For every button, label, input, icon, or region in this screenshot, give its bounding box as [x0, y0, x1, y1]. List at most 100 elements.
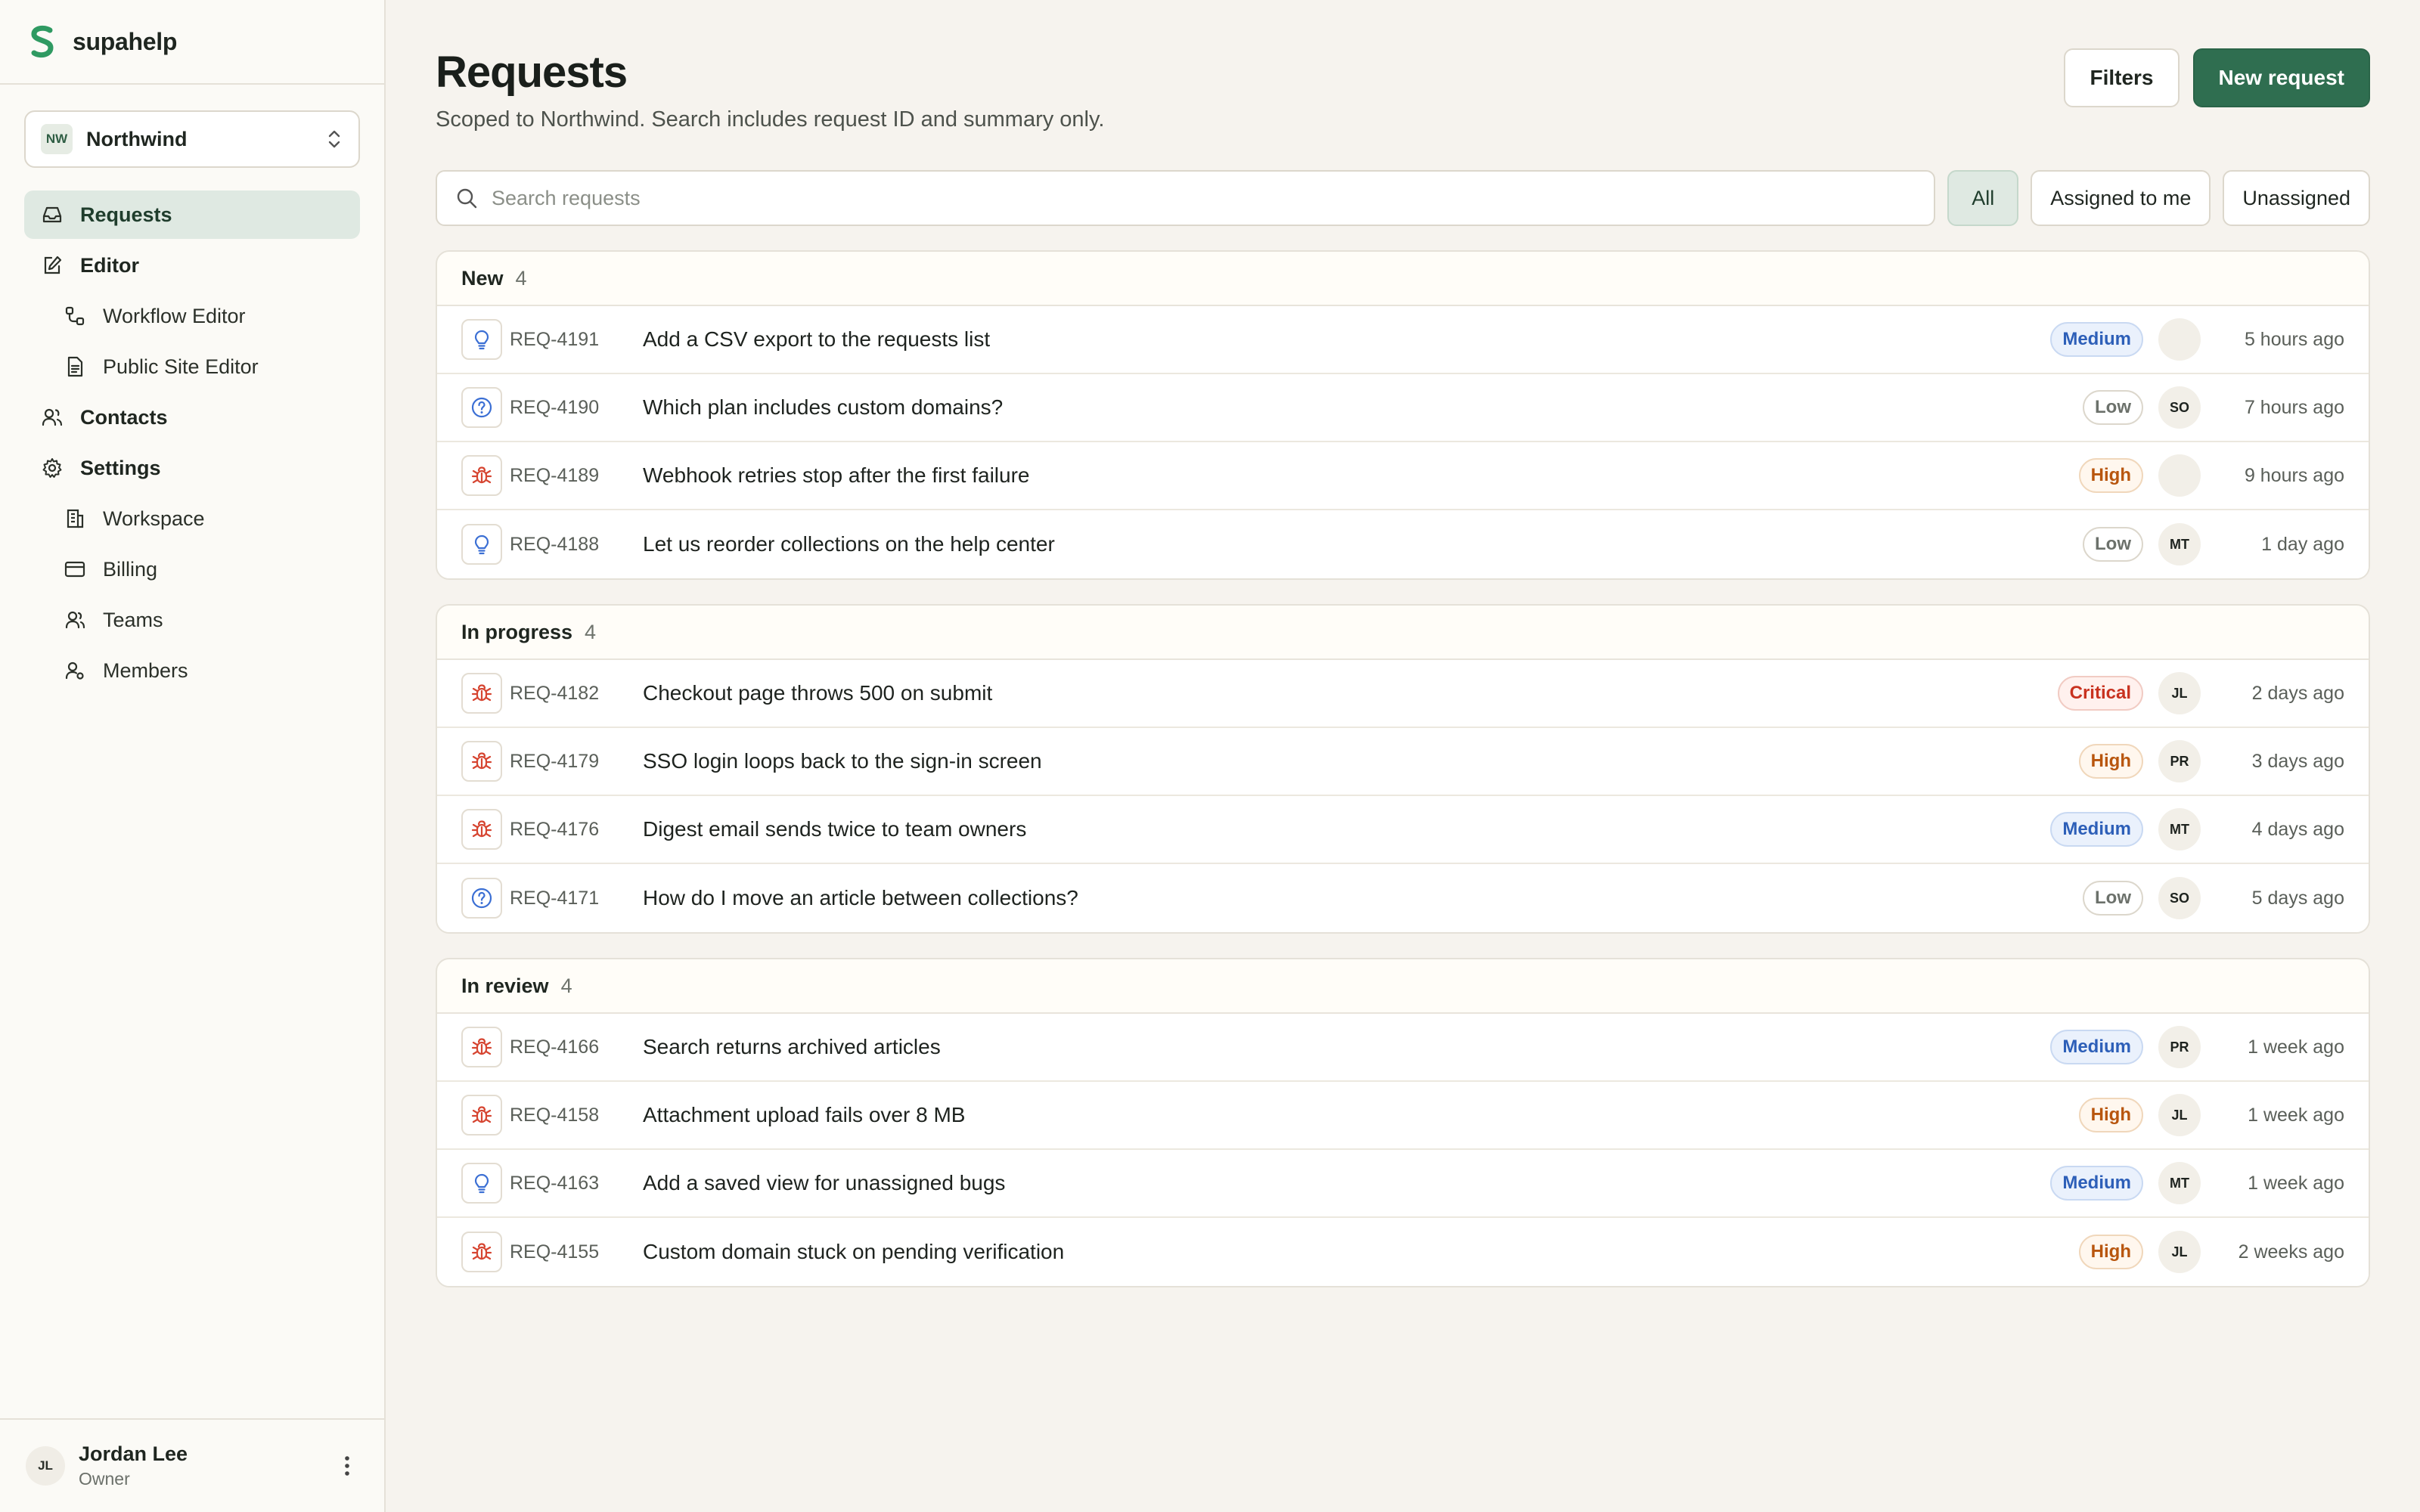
priority-badge: Medium: [2050, 812, 2143, 847]
user-footer[interactable]: JL Jordan Lee Owner: [0, 1418, 384, 1512]
request-title[interactable]: Digest email sends twice to team owners: [643, 817, 2050, 841]
group-count: 4: [560, 974, 572, 997]
sidebar-item-label: Workspace: [103, 507, 205, 530]
group-header[interactable]: In review 4: [437, 959, 2369, 1014]
request-title[interactable]: SSO login loops back to the sign-in scre…: [643, 749, 2079, 773]
sidebar-item-teams[interactable]: Teams: [24, 596, 360, 644]
request-title[interactable]: Custom domain stuck on pending verificat…: [643, 1240, 2079, 1264]
group-header[interactable]: New 4: [437, 252, 2369, 306]
brand[interactable]: supahelp: [0, 0, 384, 85]
building-icon: [62, 506, 88, 531]
request-title[interactable]: Let us reorder collections on the help c…: [643, 532, 2083, 556]
user-meta: Jordan Lee Owner: [79, 1442, 336, 1489]
table-row[interactable]: REQ-4189 Webhook retries stop after the f…: [437, 442, 2369, 510]
request-id: REQ-4158: [510, 1104, 600, 1126]
group-count: 4: [585, 620, 597, 643]
filters-button[interactable]: Filters: [2064, 48, 2180, 107]
priority-badge: High: [2078, 1235, 2143, 1269]
table-row[interactable]: REQ-4188 Let us reorder collections on th…: [437, 510, 2369, 578]
sidebar-item-settings[interactable]: Settings: [24, 444, 360, 492]
user-gear-icon: [62, 658, 88, 683]
search-input[interactable]: [492, 186, 1934, 210]
bug-icon: [461, 455, 502, 496]
priority-badge: High: [2078, 458, 2143, 493]
request-time: 1 week ago: [2248, 1104, 2344, 1126]
page-title: Requests: [436, 48, 628, 97]
request-time: 2 weeks ago: [2238, 1241, 2344, 1263]
lightbulb-icon: [461, 524, 502, 565]
request-title[interactable]: Search returns archived articles: [643, 1035, 2050, 1059]
filter-chip-all[interactable]: All: [1947, 170, 2019, 226]
request-title[interactable]: How do I move an article between collect…: [643, 886, 2083, 910]
page-subtitle: Scoped to Northwind. Search includes req…: [436, 107, 1105, 132]
workspace-switcher[interactable]: NW Northwind: [24, 110, 360, 168]
credit-card-icon: [62, 556, 88, 582]
sidebar-item-requests[interactable]: Requests: [24, 191, 360, 239]
assignee-avatar[interactable]: MT: [2158, 1162, 2201, 1204]
more-options-icon[interactable]: [336, 1451, 358, 1481]
brand-name: supahelp: [73, 27, 178, 55]
assignee-avatar[interactable]: PR: [2158, 1026, 2201, 1068]
table-row[interactable]: REQ-4158 Attachment upload fails over 8 M…: [437, 1082, 2369, 1150]
sidebar-item-billing[interactable]: Billing: [24, 545, 360, 593]
user-role: Owner: [79, 1469, 130, 1489]
table-row[interactable]: REQ-4171 How do I move an article between…: [437, 864, 2369, 932]
assignee-avatar[interactable]: SO: [2158, 386, 2201, 429]
filter-chip-assigned-to-me[interactable]: Assigned to me: [2031, 170, 2211, 226]
table-row[interactable]: REQ-4190 Which plan includes custom domai…: [437, 374, 2369, 442]
workspace-name: Northwind: [86, 127, 188, 150]
main-content: Requests Scoped to Northwind. Search inc…: [386, 0, 2420, 1512]
sidebar-item-contacts[interactable]: Contacts: [24, 393, 360, 442]
sidebar-item-workflow-editor[interactable]: Workflow Editor: [24, 292, 360, 340]
request-title[interactable]: Checkout page throws 500 on submit: [643, 681, 2058, 705]
sidebar-item-label: Settings: [80, 456, 161, 479]
assignee-avatar[interactable]: SO: [2158, 877, 2201, 919]
request-title[interactable]: Which plan includes custom domains?: [643, 395, 2083, 420]
sidebar-item-public-site-editor[interactable]: Public Site Editor: [24, 342, 360, 391]
request-title[interactable]: Add a saved view for unassigned bugs: [643, 1171, 2050, 1195]
sidebar-item-editor[interactable]: Editor: [24, 241, 360, 290]
assignee-avatar[interactable]: [2158, 454, 2201, 497]
sidebar-item-workspace[interactable]: Workspace: [24, 494, 360, 543]
sidebar-item-label: Requests: [80, 203, 172, 226]
request-title[interactable]: Webhook retries stop after the first fai…: [643, 463, 2079, 488]
request-id: REQ-4182: [510, 682, 600, 704]
request-title[interactable]: Add a CSV export to the requests list: [643, 327, 2050, 352]
filter-chip-unassigned[interactable]: Unassigned: [2223, 170, 2370, 226]
sidebar-item-members[interactable]: Members: [24, 646, 360, 695]
table-row[interactable]: REQ-4179 SSO login loops back to the sign…: [437, 728, 2369, 796]
assignee-avatar[interactable]: MT: [2158, 523, 2201, 565]
group-header[interactable]: In progress 4: [437, 606, 2369, 660]
assignee-avatar[interactable]: [2158, 318, 2201, 361]
request-id: REQ-4166: [510, 1036, 600, 1058]
assignee-avatar[interactable]: PR: [2158, 740, 2201, 782]
sidebar-item-label: Contacts: [80, 405, 168, 429]
priority-badge: High: [2078, 1098, 2143, 1132]
bug-icon: [461, 1027, 502, 1067]
sidebar-item-label: Teams: [103, 608, 163, 631]
pencil-square-icon: [39, 253, 65, 278]
new-request-button[interactable]: New request: [2192, 48, 2370, 107]
filter-chips: All Assigned to me Unassigned: [1947, 170, 2370, 226]
assignee-avatar[interactable]: MT: [2158, 808, 2201, 850]
table-row[interactable]: REQ-4191 Add a CSV export to the requests…: [437, 306, 2369, 374]
users-icon: [39, 404, 65, 430]
table-row[interactable]: REQ-4182 Checkout page throws 500 on subm…: [437, 660, 2369, 728]
chevron-up-down-icon: [328, 130, 340, 148]
table-row[interactable]: REQ-4163 Add a saved view for unassigned …: [437, 1150, 2369, 1218]
table-row[interactable]: REQ-4155 Custom domain stuck on pending v…: [437, 1218, 2369, 1286]
assignee-avatar[interactable]: JL: [2158, 1231, 2201, 1273]
toolbar: AllAssigned to meUnassigned: [436, 170, 2370, 226]
sidebar-item-label: Workflow Editor: [103, 304, 246, 327]
priority-badge: Critical: [2057, 676, 2143, 711]
priority-badge: Low: [2083, 527, 2143, 562]
assignee-avatar[interactable]: JL: [2158, 672, 2201, 714]
table-row[interactable]: REQ-4166 Search returns archived articles…: [437, 1014, 2369, 1082]
assignee-avatar[interactable]: JL: [2158, 1094, 2201, 1136]
search-box[interactable]: [436, 170, 1936, 226]
question-circle-icon: [461, 387, 502, 428]
request-title[interactable]: Attachment upload fails over 8 MB: [643, 1103, 2079, 1127]
request-time: 9 hours ago: [2244, 464, 2344, 486]
table-row[interactable]: REQ-4176 Digest email sends twice to team…: [437, 796, 2369, 864]
bug-icon: [461, 1232, 502, 1272]
